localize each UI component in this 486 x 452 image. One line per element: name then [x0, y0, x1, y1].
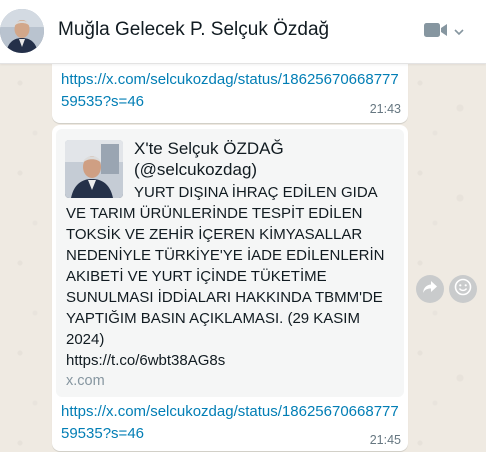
video-camera-icon	[424, 22, 448, 43]
forward-icon	[422, 280, 438, 299]
link-preview-card[interactable]: X'te Selçuk ÖZDAĞ (@selcukozdag) YURT DI…	[56, 129, 404, 397]
chevron-down-icon[interactable]	[454, 23, 464, 41]
message-link[interactable]: https://x.com/selcukozdag/status/1862567…	[61, 69, 406, 113]
preview-description-text: YURT DIŞINA İHRAÇ EDİLEN GIDA VE TARIM Ü…	[66, 184, 385, 348]
preview-description: YURT DIŞINA İHRAÇ EDİLEN GIDA VE TARIM Ü…	[66, 182, 396, 371]
preview-short-url: https://t.co/6wbt38AG8s	[66, 352, 226, 369]
message-bubble[interactable]: X'te Selçuk ÖZDAĞ (@selcukozdag) YURT DI…	[52, 125, 408, 451]
emoji-reaction-icon	[454, 278, 472, 301]
avatar[interactable]	[0, 9, 44, 53]
chat-header: Muğla Gelecek P. Selçuk Özdağ	[0, 0, 486, 64]
message-link[interactable]: https://x.com/selcukozdag/status/1862567…	[61, 401, 406, 445]
video-call-button[interactable]	[424, 22, 466, 42]
contact-name[interactable]: Muğla Gelecek P. Selçuk Özdağ	[58, 19, 329, 41]
preview-title: X'te Selçuk ÖZDAĞ (@selcukozdag)	[134, 139, 284, 179]
react-button[interactable]	[449, 275, 477, 303]
message-time: 21:45	[369, 433, 401, 447]
forward-button[interactable]	[416, 275, 444, 303]
message-bubble[interactable]: https://x.com/selcukozdag/status/1862567…	[52, 63, 408, 123]
message-time: 21:43	[369, 102, 401, 116]
preview-domain: x.com	[66, 373, 105, 389]
